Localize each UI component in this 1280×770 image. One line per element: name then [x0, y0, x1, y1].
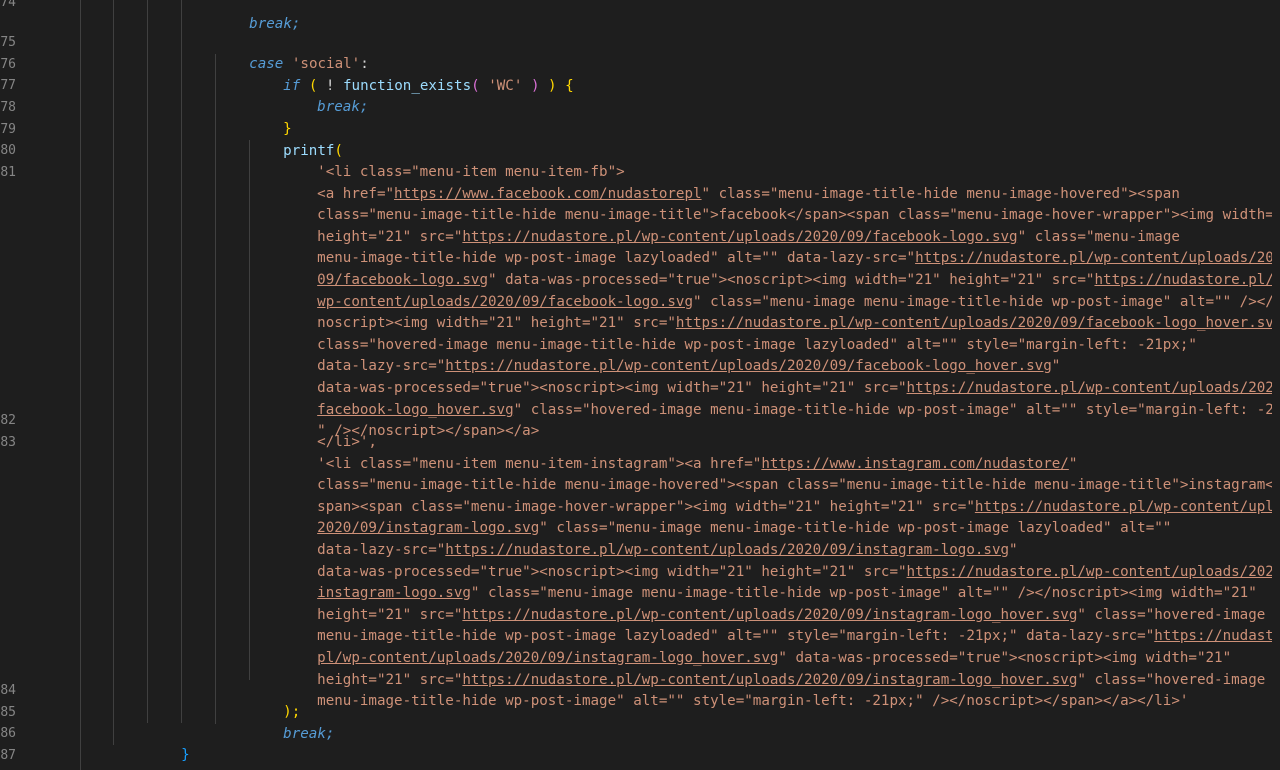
line-number: 81	[0, 165, 16, 180]
code-line-wrap[interactable]: instagram-logo.svg" class="menu-image me…	[283, 561, 1257, 601]
code-line[interactable]: </li>',	[283, 410, 377, 450]
bracket: )	[548, 77, 557, 94]
keyword: break;	[283, 725, 335, 742]
line-number: 84	[0, 683, 16, 698]
vertical-scrollbar[interactable]	[1272, 0, 1280, 770]
keyword: break;	[249, 15, 301, 32]
line-number: 77	[0, 78, 16, 93]
code-line[interactable]: case 'social':	[215, 32, 369, 72]
code-line-wrap[interactable]: wp-content/uploads/2020/09/facebook-logo…	[283, 270, 1274, 310]
indent-guide	[113, 0, 114, 745]
line-number-gutter: 74 75 76 77 78 79 80 81 82 83 84 85 86 8…	[0, 0, 60, 770]
code-line-wrap[interactable]: menu-image-title-hide wp-post-image lazy…	[283, 226, 1280, 266]
string-literal: 'WC'	[488, 77, 523, 94]
code-line-wrap[interactable]: class="menu-image-title-hide menu-image-…	[283, 183, 1280, 223]
code-line-wrap[interactable]: class="menu-image-title-hide menu-image-…	[283, 453, 1280, 493]
code-line[interactable]: <a href="https://www.facebook.com/nudast…	[283, 162, 1180, 202]
code-editor[interactable]: 74 75 76 77 78 79 80 81 82 83 84 85 86 8…	[0, 0, 1280, 770]
code-line-wrap[interactable]: height="21" src="https://nudastore.pl/wp…	[283, 205, 1180, 245]
code-line-wrap[interactable]: height="21" src="https://nudastore.pl/wp…	[283, 648, 1265, 688]
bracket: }	[181, 746, 190, 763]
indent-guide	[249, 140, 250, 680]
code-line[interactable]: break;	[249, 702, 334, 742]
indent-guide	[215, 54, 216, 724]
code-line[interactable]: '<li class="menu-item menu-item-fb">	[283, 140, 625, 180]
code-line[interactable]: printf(	[249, 119, 343, 159]
code-line[interactable]: break;	[215, 0, 300, 32]
line-number: 78	[0, 100, 16, 115]
code-line-wrap[interactable]: height="21" src="https://nudastore.pl/wp…	[283, 583, 1265, 623]
bracket: {	[565, 77, 574, 94]
line-number: 86	[0, 726, 16, 741]
code-line[interactable]: );	[249, 680, 300, 720]
code-line[interactable]: break;	[283, 75, 368, 115]
code-line-wrap[interactable]: menu-image-title-hide wp-post-image" alt…	[283, 669, 1188, 709]
string-literal: menu-image-title-hide wp-post-image" alt…	[317, 692, 1189, 709]
line-number: 79	[0, 122, 16, 137]
line-number: 80	[0, 143, 16, 158]
line-number: 82	[0, 413, 16, 428]
code-line-wrap[interactable]: data-lazy-src="https://nudastore.pl/wp-c…	[283, 518, 1017, 558]
code-line-wrap[interactable]: 2020/09/instagram-logo.svg" class="menu-…	[283, 496, 1171, 536]
code-line[interactable]: }	[249, 97, 292, 137]
indent-guide	[181, 0, 182, 723]
line-number: 74	[0, 0, 16, 10]
code-line-wrap[interactable]: menu-image-title-hide wp-post-image lazy…	[283, 604, 1280, 644]
line-number: 76	[0, 57, 16, 72]
bracket: )	[530, 77, 540, 94]
code-line-wrap[interactable]: facebook-logo_hover.svg" class="hovered-…	[283, 378, 1280, 418]
keyword: break;	[317, 98, 369, 115]
code-line-wrap[interactable]: 09/facebook-logo.svg" data-was-processed…	[283, 248, 1274, 288]
code-line-wrap[interactable]: data-was-processed="true"><noscript><img…	[283, 540, 1280, 580]
code-line-wrap[interactable]: pl/wp-content/uploads/2020/09/instagram-…	[283, 626, 1231, 666]
line-number: 83	[0, 435, 16, 450]
code-line[interactable]: '<li class="menu-item menu-item-instagra…	[283, 432, 1077, 472]
code-line-wrap[interactable]: data-lazy-src="https://nudastore.pl/wp-c…	[283, 334, 1060, 374]
code-line-wrap[interactable]: class="hovered-image menu-image-title-hi…	[283, 313, 1197, 353]
code-line[interactable]: if ( ! function_exists( 'WC' ) ) {	[249, 54, 574, 94]
line-number: 75	[0, 35, 16, 50]
string-literal: " class="hovered-image menu-image-title-…	[513, 401, 1280, 418]
line-number: 87	[0, 748, 16, 763]
code-line-wrap[interactable]: data-was-processed="true"><noscript><img…	[283, 356, 1280, 396]
code-line[interactable]: }	[147, 723, 190, 763]
line-number: 85	[0, 705, 16, 720]
bracket: (	[471, 77, 480, 94]
indent-guide	[80, 0, 81, 770]
code-line-wrap[interactable]: span><span class="menu-image-hover-wrapp…	[283, 475, 1280, 515]
indent-guide	[147, 0, 148, 723]
code-line-wrap[interactable]: noscript><img width="21" height="21" src…	[283, 291, 1280, 331]
code-line[interactable]: }	[80, 764, 123, 770]
